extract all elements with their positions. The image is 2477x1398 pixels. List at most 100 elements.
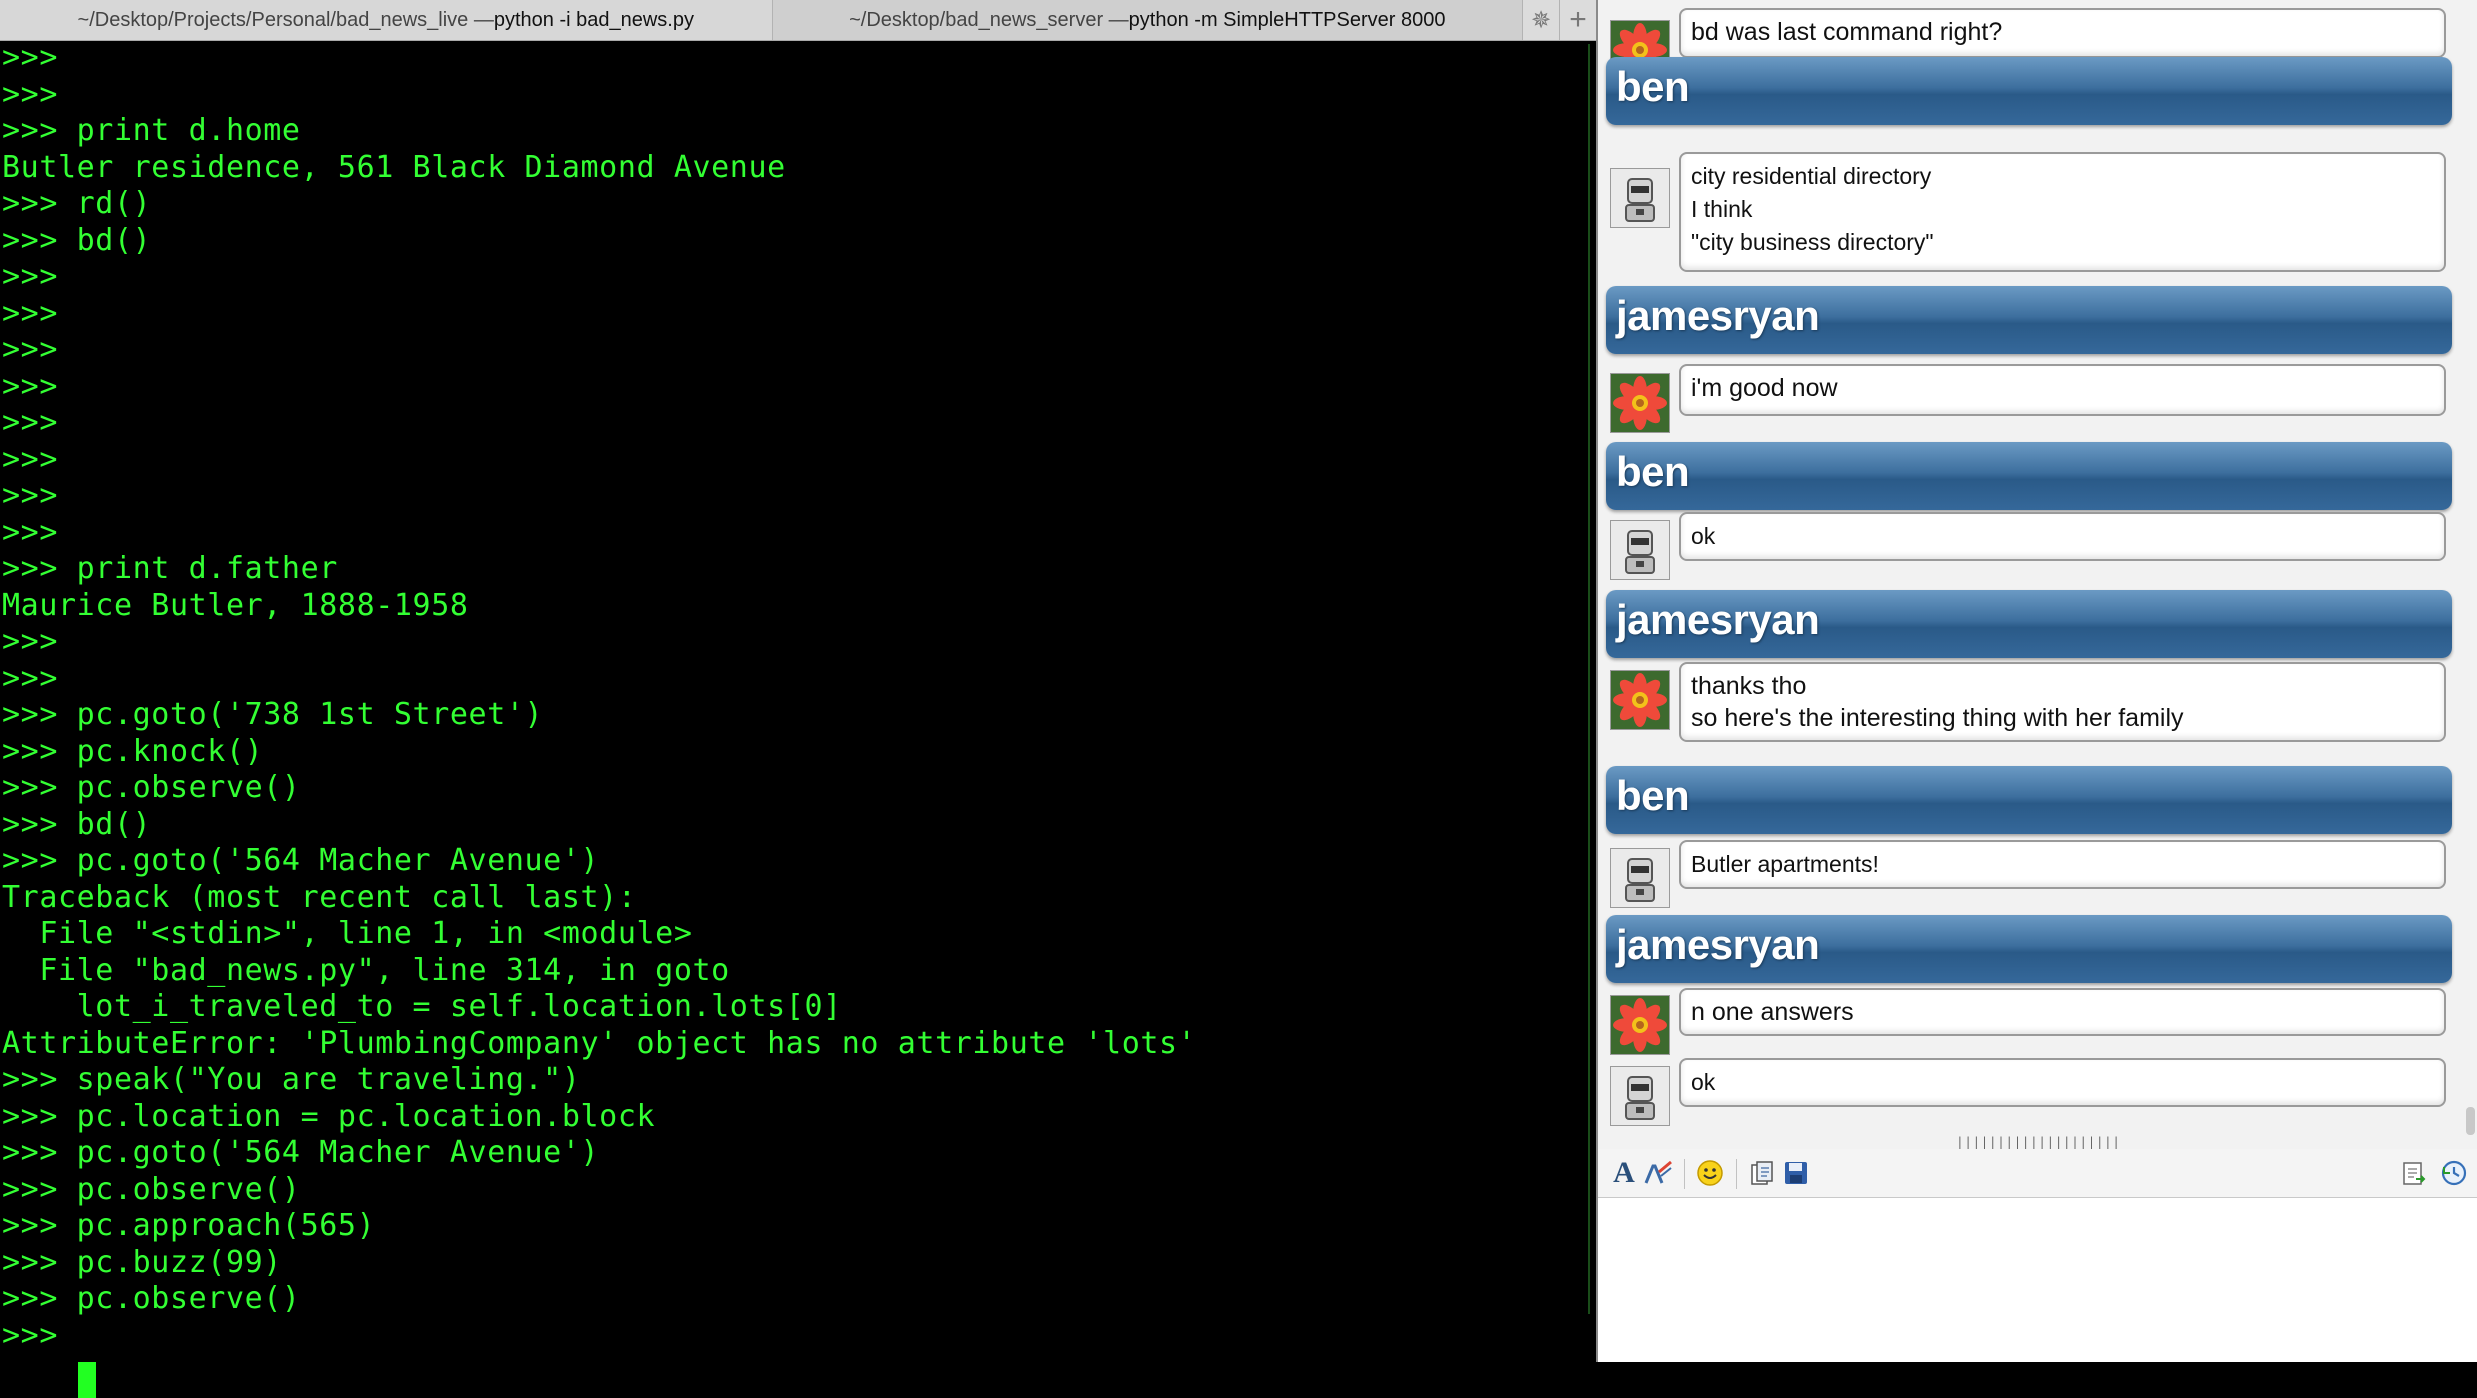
- message-text: so here's the interesting thing with her…: [1691, 704, 2184, 732]
- tab-path: ~/Desktop/bad_news_server —: [849, 8, 1129, 31]
- tab-bad-news-server[interactable]: ~/Desktop/bad_news_server — python -m Si…: [772, 0, 1524, 40]
- message-text: "city business directory": [1691, 229, 1934, 255]
- terminal-cursor: [78, 1362, 96, 1398]
- terminal-line: Maurice Butler, 1888-1958: [2, 588, 469, 623]
- message-text: Butler apartments!: [1691, 851, 1879, 877]
- sender-name: ben: [1616, 63, 1690, 110]
- chat-window: bd was last command right? ben city reside…: [1596, 0, 2477, 1362]
- sender-header: ben: [1606, 57, 2452, 125]
- robot-avatar[interactable]: [1610, 1066, 1670, 1126]
- chat-log: bd was last command right? ben city reside…: [1598, 0, 2477, 1135]
- tab-bad-news-live[interactable]: ~/Desktop/Projects/Personal/bad_news_liv…: [0, 0, 773, 40]
- sender-name: jamesryan: [1616, 292, 1820, 339]
- terminal-line: >>> pc.knock(): [2, 734, 264, 769]
- robot-avatar[interactable]: [1610, 168, 1670, 228]
- message-bubble: Butler apartments!: [1679, 840, 2446, 889]
- terminal-line: >>> pc.observe(): [2, 1172, 301, 1207]
- terminal-line: >>> pc.observe(): [2, 1281, 301, 1316]
- message-bubble: bd was last command right?: [1679, 8, 2446, 58]
- sender-header: ben: [1606, 442, 2452, 510]
- terminal-line: >>>: [2, 369, 58, 404]
- message-text: n one answers: [1691, 998, 1854, 1026]
- terminal-line: >>>: [2, 661, 58, 696]
- tab-path: ~/Desktop/Projects/Personal/bad_news_liv…: [77, 8, 494, 31]
- message-bubble: city residential directory I think "city b…: [1679, 152, 2446, 272]
- flower-avatar[interactable]: [1610, 670, 1670, 730]
- terminal-line: lot_i_traveled_to = self.location.lots[0…: [2, 989, 842, 1024]
- activity-spinner-icon: ✵: [1530, 6, 1552, 34]
- sender-name: jamesryan: [1616, 596, 1820, 643]
- message-text: ok: [1691, 523, 1716, 549]
- terminal-line: >>>: [2, 1318, 77, 1353]
- new-tab-button[interactable]: +: [1559, 0, 1596, 40]
- message-text: city residential directory: [1691, 163, 1932, 189]
- sender-name: ben: [1616, 448, 1690, 495]
- terminal-line: >>> bd(): [2, 223, 152, 258]
- robot-avatar[interactable]: [1610, 520, 1670, 580]
- terminal-line: >>>: [2, 40, 58, 75]
- message-input[interactable]: [1598, 1198, 2477, 1362]
- font-color-icon[interactable]: [1642, 1157, 1674, 1189]
- terminal-line: >>>: [2, 515, 58, 550]
- terminal-line: >>>: [2, 624, 58, 659]
- terminal-scrollbar[interactable]: [1588, 44, 1596, 1314]
- chat-scrollbar[interactable]: [2466, 1107, 2475, 1135]
- terminal-line: File "<stdin>", line 1, in <module>: [2, 916, 693, 951]
- terminal-line: Traceback (most recent call last):: [2, 880, 637, 915]
- sender-header: jamesryan: [1606, 915, 2452, 983]
- resize-grip[interactable]: ||||||||||||||||||||: [1598, 1135, 2477, 1149]
- terminal-line: >>>: [2, 442, 58, 477]
- terminal-line: >>>: [2, 478, 58, 513]
- terminal-line: >>>: [2, 259, 58, 294]
- sender-name: ben: [1616, 772, 1690, 819]
- terminal-line: >>>: [2, 332, 58, 367]
- sender-name: jamesryan: [1616, 921, 1820, 968]
- message-text: bd was last command right?: [1691, 18, 2003, 46]
- terminal-line: Butler residence, 561 Black Diamond Aven…: [2, 150, 786, 185]
- terminal-line: >>> pc.goto('738 1st Street'): [2, 697, 544, 732]
- save-icon[interactable]: [1780, 1157, 1812, 1189]
- smiley-icon[interactable]: [1694, 1157, 1726, 1189]
- terminal-line: File "bad_news.py", line 314, in goto: [2, 953, 730, 988]
- terminal-line: >>> pc.observe(): [2, 770, 301, 805]
- terminal-line: >>> speak("You are traveling."): [2, 1062, 581, 1097]
- terminal-line: >>> pc.location = pc.location.block: [2, 1099, 656, 1134]
- terminal-line: >>> print d.father: [2, 551, 338, 586]
- message-bubble: n one answers: [1679, 988, 2446, 1036]
- tab-command: python -i bad_news.py: [493, 8, 694, 31]
- terminal-line: >>>: [2, 77, 58, 112]
- message-bubble: ok: [1679, 512, 2446, 561]
- flower-avatar[interactable]: [1610, 373, 1670, 433]
- message-bubble: i'm good now: [1679, 364, 2446, 416]
- message-bubble: ok: [1679, 1058, 2446, 1107]
- font-icon[interactable]: A: [1608, 1156, 1640, 1189]
- history-icon[interactable]: [2438, 1157, 2470, 1189]
- robot-avatar[interactable]: [1610, 848, 1670, 908]
- message-text: thanks tho: [1691, 672, 1807, 700]
- message-bubble: thanks tho so here's the interesting thin…: [1679, 662, 2446, 742]
- terminal-line: >>> bd(): [2, 807, 152, 842]
- sender-header: ben: [1606, 766, 2452, 834]
- terminal-line: >>> pc.approach(565): [2, 1208, 376, 1243]
- tab-command: python -m SimpleHTTPServer 8000: [1128, 8, 1446, 31]
- transcript-icon[interactable]: [2398, 1157, 2430, 1189]
- flower-avatar[interactable]: [1610, 995, 1670, 1055]
- terminal-line: >>> print d.home: [2, 113, 301, 148]
- terminal-line: >>> pc.goto('564 Macher Avenue'): [2, 1135, 600, 1170]
- sender-header: jamesryan: [1606, 590, 2452, 658]
- terminal-line: >>>: [2, 405, 58, 440]
- terminal-line: >>> pc.goto('564 Macher Avenue'): [2, 843, 600, 878]
- message-text: I think: [1691, 196, 1753, 222]
- terminal-line: >>> rd(): [2, 186, 152, 221]
- terminal-line: >>>: [2, 296, 58, 331]
- terminal-line: >>> pc.buzz(99): [2, 1245, 282, 1280]
- send-file-icon[interactable]: [1746, 1157, 1778, 1189]
- terminal-tab-bar: ~/Desktop/Projects/Personal/bad_news_liv…: [0, 0, 1596, 41]
- terminal-line: AttributeError: 'PlumbingCompany' object…: [2, 1026, 1197, 1061]
- terminal-output[interactable]: >>> >>> >>> print d.home Butler residence, …: [0, 40, 1590, 1398]
- message-text: i'm good now: [1691, 374, 1838, 402]
- terminal-window: ~/Desktop/Projects/Personal/bad_news_liv…: [0, 0, 1596, 1398]
- message-text: ok: [1691, 1069, 1716, 1095]
- sender-header: jamesryan: [1606, 286, 2452, 354]
- chat-toolbar: A: [1598, 1149, 2477, 1198]
